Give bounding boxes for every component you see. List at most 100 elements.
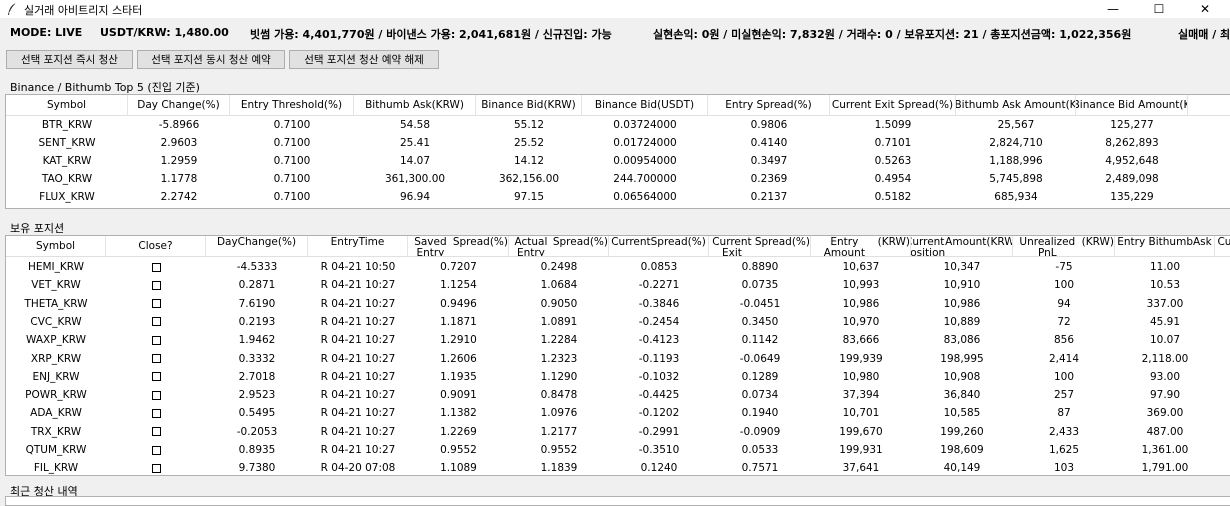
top5-col-header[interactable]: Current Exit Spread(%) bbox=[830, 95, 956, 115]
position-cell: 2.9523 bbox=[238, 389, 276, 402]
close-checkbox[interactable] bbox=[106, 331, 206, 349]
positions-col-header[interactable]: Actual Entry Spread(%) bbox=[509, 236, 609, 256]
top5-row[interactable]: KAT_KRW 1.2959 0.7100 14.07 14.12 0.00954000 0… bbox=[6, 152, 1230, 170]
positions-col-header[interactable]: Entry Time bbox=[308, 236, 408, 256]
position-row[interactable]: WAXP_KRW 1.9462 R 04-21 10:27 1.2910 1.2284 -… bbox=[6, 331, 1230, 349]
position-cell: R 04-21 10:27 bbox=[320, 407, 396, 420]
close-checkbox[interactable] bbox=[106, 404, 206, 422]
position-row[interactable]: VET_KRW 0.2871 R 04-21 10:27 1.1254 1.0684 -0… bbox=[6, 276, 1230, 294]
header-line: Current Exit bbox=[712, 236, 752, 257]
position-cell: 100 bbox=[1053, 279, 1075, 292]
close-checkbox[interactable] bbox=[106, 313, 206, 331]
positions-col-header[interactable]: Current Spread(%) bbox=[609, 236, 709, 256]
positions-col-header[interactable]: Current PositionAmount(KRW) bbox=[911, 236, 1013, 256]
top5-row[interactable]: TAO_KRW 1.1778 0.7100 361,300.00 362,156.00 2… bbox=[6, 170, 1230, 188]
checkbox-icon bbox=[151, 427, 161, 437]
position-cell: 199,260 bbox=[940, 425, 984, 438]
position-row[interactable]: XRP_KRW 0.3332 R 04-21 10:27 1.2606 1.2323 -0… bbox=[6, 350, 1230, 368]
close-checkbox[interactable] bbox=[106, 386, 206, 404]
close-checkbox[interactable] bbox=[106, 276, 206, 294]
top5-row[interactable]: SENT_KRW 2.9603 0.7100 25.41 25.52 0.01724000… bbox=[6, 134, 1230, 152]
position-row[interactable]: POWR_KRW 2.9523 R 04-21 10:27 0.9091 0.8478 -… bbox=[6, 386, 1230, 404]
top5-table[interactable]: Symbol Day Change(%) Entry Threshold(%) Bit… bbox=[5, 94, 1230, 209]
top5-cell: 0.7100 bbox=[273, 119, 311, 131]
close-checkbox[interactable] bbox=[106, 459, 206, 475]
positions-col-header[interactable]: Day Change(%) bbox=[206, 236, 308, 256]
top5-col-header[interactable]: Entry Spread(%) bbox=[708, 95, 830, 115]
top5-row[interactable]: FLUX_KRW 2.2742 0.7100 96.94 97.15 0.06564000… bbox=[6, 188, 1230, 206]
top5-cell: 14.12 bbox=[513, 155, 545, 167]
top5-cell: 1.1778 bbox=[160, 173, 198, 185]
close-window-button[interactable]: ✕ bbox=[1182, 0, 1228, 18]
header-line: Day bbox=[216, 236, 238, 248]
position-cell: 2,433 bbox=[1048, 425, 1080, 438]
close-checkbox[interactable] bbox=[106, 258, 206, 276]
positions-table[interactable]: Symbol Close? Day Change(%) Entry Time Saved E… bbox=[5, 235, 1230, 476]
header-line: Unrealized PnL bbox=[1019, 236, 1076, 257]
positions-label: 보유 포지션 bbox=[10, 222, 65, 235]
top5-label: Binance / Bithumb Top 5 (진입 기준) bbox=[10, 81, 200, 94]
position-cell: 10,908 bbox=[943, 370, 981, 383]
cancel-reserve-button[interactable]: 선택 포지션 청산 예약 해제 bbox=[289, 50, 439, 69]
position-cell: 0.9552 bbox=[440, 444, 477, 456]
position-cell: -0.0649 bbox=[739, 352, 781, 365]
position-cell: 2,118.00 bbox=[1141, 352, 1189, 365]
top5-col-header[interactable]: Binance Bid(KRW) bbox=[476, 95, 582, 115]
position-cell: 1.1382 bbox=[440, 407, 477, 420]
position-cell: R 04-21 10:27 bbox=[320, 297, 396, 310]
position-row[interactable]: FIL_KRW 9.7380 R 04-20 07:08 1.1089 1.1839 0.… bbox=[6, 459, 1230, 475]
close-checkbox[interactable] bbox=[106, 368, 206, 386]
position-cell: 10,986 bbox=[943, 297, 981, 310]
top5-cell: 0.2369 bbox=[750, 173, 788, 185]
position-cell: 10.53 bbox=[1149, 279, 1181, 292]
position-row[interactable]: THETA_KRW 7.6190 R 04-21 10:27 0.9496 0.9050… bbox=[6, 295, 1230, 313]
close-checkbox[interactable] bbox=[106, 423, 206, 441]
positions-col-header[interactable]: Entry Bithumb Ask bbox=[1115, 236, 1215, 256]
position-row[interactable]: ADA_KRW 0.5495 R 04-21 10:27 1.1382 1.0976 -0… bbox=[6, 404, 1230, 422]
positions-col-header[interactable]: CuBi bbox=[1215, 236, 1230, 256]
top5-cell: 0.5182 bbox=[874, 191, 912, 203]
top5-col-header[interactable]: Day Change(%) bbox=[128, 95, 230, 115]
positions-col-header[interactable]: Saved Entry Spread(%) bbox=[408, 236, 509, 256]
position-cell: -0.1202 bbox=[638, 407, 680, 420]
close-checkbox[interactable] bbox=[106, 295, 206, 313]
position-cell: 10,986 bbox=[842, 297, 880, 310]
top5-col-header[interactable]: Bithumb Ask Amount(K bbox=[956, 95, 1076, 115]
close-checkbox[interactable] bbox=[106, 350, 206, 368]
position-cell: 10,637 bbox=[842, 261, 880, 273]
positions-col-header[interactable]: Current Exit Spread(%) bbox=[709, 236, 811, 256]
checkbox-icon bbox=[151, 390, 161, 400]
position-cell: 9.7380 bbox=[238, 462, 276, 475]
positions-col-header[interactable]: Entry Amount (KRW) bbox=[811, 236, 911, 256]
top5-col-header[interactable]: Entry Threshold(%) bbox=[230, 95, 354, 115]
reserve-close-button[interactable]: 선택 포지션 동시 청산 예약 bbox=[137, 50, 285, 69]
history-table[interactable] bbox=[5, 496, 1230, 506]
minimize-button[interactable]: — bbox=[1090, 0, 1136, 18]
top5-row[interactable]: BTR_KRW -5.8966 0.7100 54.58 55.12 0.03724000… bbox=[6, 116, 1230, 134]
position-row[interactable]: QTUM_KRW 0.8935 R 04-21 10:27 0.9552 0.9552 -… bbox=[6, 441, 1230, 459]
position-row[interactable]: ENJ_KRW 2.7018 R 04-21 10:27 1.1935 1.1290 -0… bbox=[6, 368, 1230, 386]
positions-col-header[interactable]: Close? bbox=[106, 236, 206, 256]
close-now-button[interactable]: 선택 포지션 즉시 청산 bbox=[6, 50, 133, 69]
top5-col-header[interactable]: Binance Bid(USDT) bbox=[582, 95, 708, 115]
header-line: Ask bbox=[1192, 236, 1212, 248]
top5-col-header[interactable]: Bithumb Ask(KRW) bbox=[354, 95, 476, 115]
maximize-button[interactable]: ☐ bbox=[1136, 0, 1182, 18]
top5-col-header[interactable]: Binance Bid Amount(K bbox=[1076, 95, 1188, 115]
top5-col-header[interactable]: Symbol bbox=[6, 95, 128, 115]
top5-cell: 2.9603 bbox=[160, 137, 198, 149]
position-row[interactable]: CVC_KRW 0.2193 R 04-21 10:27 1.1871 1.0891 -0… bbox=[6, 313, 1230, 331]
position-row[interactable]: TRX_KRW -0.2053 R 04-21 10:27 1.2269 1.2177 -… bbox=[6, 423, 1230, 441]
positions-col-header[interactable]: Unrealized PnL (KRW) bbox=[1013, 236, 1115, 256]
position-cell: 83,086 bbox=[943, 334, 981, 347]
close-checkbox[interactable] bbox=[106, 441, 206, 459]
position-row[interactable]: HEMI_KRW -4.5333 R 04-21 10:50 0.7207 0.2498… bbox=[6, 258, 1230, 276]
positions-col-header[interactable]: Symbol bbox=[6, 236, 106, 256]
position-cell: 1.9462 bbox=[238, 334, 276, 347]
top5-cell: 0.5263 bbox=[874, 155, 912, 167]
position-cell: 1.1290 bbox=[540, 370, 578, 383]
checkbox-icon bbox=[151, 280, 161, 290]
position-cell: TRX_KRW bbox=[30, 425, 82, 438]
position-cell: 0.0533 bbox=[741, 444, 779, 456]
position-cell: THETA_KRW bbox=[24, 297, 88, 310]
